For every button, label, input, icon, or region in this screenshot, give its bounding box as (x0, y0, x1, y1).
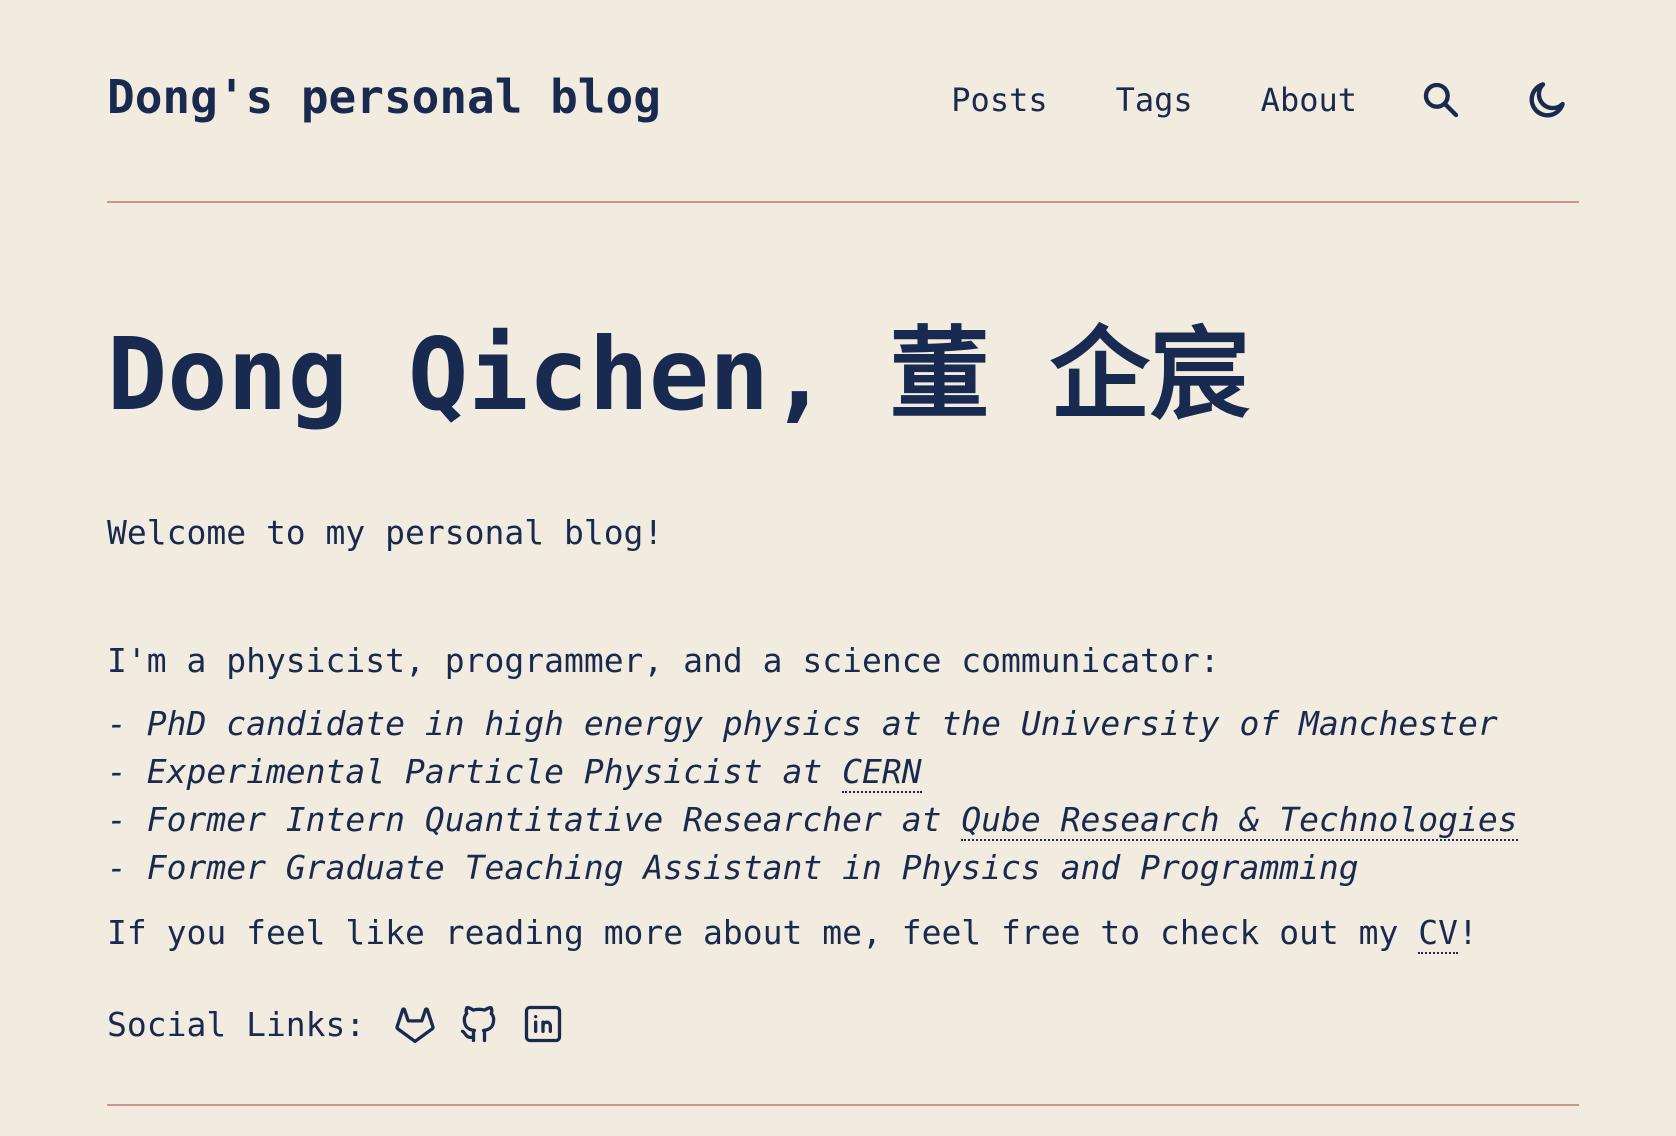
moon-icon[interactable] (1525, 78, 1569, 122)
intro-text: I'm a physicist, programmer, and a scien… (107, 641, 1220, 680)
search-icon[interactable] (1419, 78, 1463, 122)
list-item: - Former Graduate Teaching Assistant in … (107, 844, 1518, 892)
github-icon[interactable] (455, 1000, 503, 1048)
cv-sentence: If you feel like reading more about me, … (107, 913, 1478, 954)
welcome-text: Welcome to my personal blog! (107, 513, 664, 552)
nav-posts[interactable]: Posts (951, 81, 1047, 119)
footer-divider (107, 1104, 1579, 1106)
site-header: Dong's personal blog Posts Tags About (107, 0, 1579, 202)
list-item: - Former Intern Quantitative Researcher … (107, 796, 1518, 844)
list-item: - Experimental Particle Physicist at CER… (107, 748, 1518, 796)
social-label: Social Links: (107, 1004, 366, 1044)
nav-tags[interactable]: Tags (1116, 81, 1193, 119)
gitlab-icon[interactable] (391, 1000, 439, 1048)
role-text: - Former Intern Quantitative Researcher … (107, 800, 962, 839)
list-item: - PhD candidate in high energy physics a… (107, 700, 1518, 748)
cern-link[interactable]: CERN (842, 752, 922, 793)
qube-link[interactable]: Qube Research & Technologies (961, 800, 1518, 841)
page-container: Dong's personal blog Posts Tags About Do… (107, 0, 1579, 1106)
roles-list: - PhD candidate in high energy physics a… (107, 700, 1518, 892)
site-title-link[interactable]: Dong's personal blog (107, 70, 661, 124)
cv-suffix: ! (1458, 913, 1478, 952)
header-divider (107, 201, 1579, 203)
social-links: Social Links: (107, 1000, 583, 1048)
cv-link[interactable]: CV (1418, 913, 1459, 954)
role-text: - PhD candidate in high energy physics a… (107, 704, 1498, 743)
role-text: - Former Graduate Teaching Assistant in … (107, 848, 1359, 887)
page-title: Dong Qichen, 董 企宸 (107, 316, 1250, 433)
nav-about[interactable]: About (1261, 81, 1357, 119)
role-text: - Experimental Particle Physicist at (107, 752, 843, 791)
cv-prefix: If you feel like reading more about me, … (107, 913, 1419, 952)
linkedin-icon[interactable] (519, 1000, 567, 1048)
main-nav: Posts Tags About (951, 72, 1569, 128)
